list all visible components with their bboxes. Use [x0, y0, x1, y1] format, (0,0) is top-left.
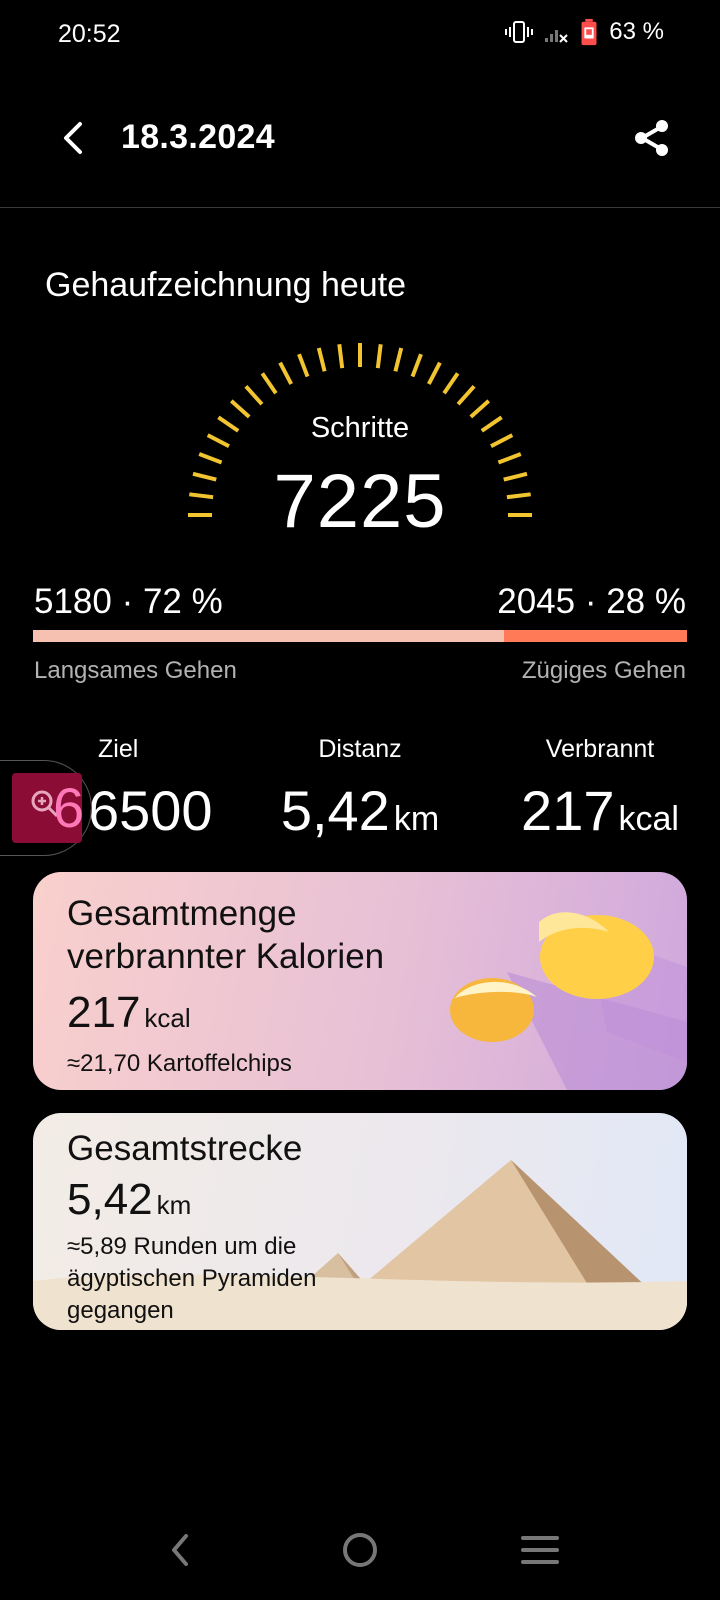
fast-walk-label: Zügiges Gehen: [521, 657, 686, 684]
signal-off-icon: [545, 30, 569, 43]
share-icon: [635, 120, 668, 156]
burned-value: 217: [521, 779, 615, 842]
slow-walk-label: Langsames Gehen: [34, 657, 237, 684]
section-title: Gehaufzeichnung heute: [45, 266, 407, 304]
distance-card[interactable]: Gesamtstrecke 5,42 km ≈5,89 Runden um die…: [33, 1113, 687, 1330]
distance-card-unit: km: [156, 1190, 192, 1220]
nav-back-icon: [172, 1534, 188, 1566]
nav-home-icon: [343, 1533, 377, 1567]
potato-chips-illustration: [450, 912, 687, 1090]
calories-card[interactable]: Gesamtmenge verbrannter Kalorien 217 kcal…: [33, 872, 687, 1090]
gauge-tick: [278, 361, 293, 385]
calories-card-value-row: 217 kcal: [67, 988, 191, 1038]
gauge-tick: [442, 372, 460, 395]
gauge-tick: [316, 347, 327, 372]
chevron-left-icon: [64, 122, 82, 154]
vibrate-icon: [505, 21, 534, 43]
app-header: 18.3.2024: [0, 100, 720, 180]
stat-burned: Verbrannt 217 kcal: [500, 735, 700, 843]
distance-card-subtitle: ≈5,89 Runden um die ägyptischen Pyramide…: [67, 1231, 316, 1327]
battery-icon: [581, 18, 597, 46]
distance-subtitle-line1: ≈5,89 Runden um die: [67, 1233, 297, 1260]
page-title: 18.3.2024: [121, 118, 275, 156]
gauge-tick: [244, 384, 264, 406]
fast-walk-value: 2045 · 28 %: [497, 582, 686, 621]
gauge-tick: [260, 372, 278, 395]
gauge-tick: [427, 361, 442, 385]
gauge-tick: [393, 347, 404, 372]
calories-card-value: 217: [67, 988, 141, 1037]
distance-value: 5,42: [280, 779, 390, 842]
gauge-tick: [337, 344, 345, 369]
slow-walk-value: 5180 · 72 %: [34, 582, 223, 621]
calories-card-title: Gesamtmenge verbrannter Kalorien: [67, 892, 384, 978]
gauge-tick: [297, 353, 310, 378]
nav-recents-icon: [521, 1536, 559, 1564]
system-nav-bar: [0, 1490, 720, 1600]
zoom-overlay-digit: 6: [53, 776, 85, 839]
gauge-tick: [410, 353, 423, 378]
calories-card-unit: kcal: [144, 1003, 191, 1033]
distance-subtitle-line2: ägyptischen Pyramiden: [67, 1265, 317, 1292]
share-button[interactable]: [630, 116, 674, 160]
calories-card-subtitle: ≈21,70 Kartoffelchips: [67, 1050, 292, 1077]
distance-card-value: 5,42: [67, 1175, 153, 1224]
nav-recents-button[interactable]: [510, 1520, 570, 1580]
steps-label: Schritte: [310, 412, 410, 444]
walk-split-bar: [33, 630, 687, 642]
stat-distance: Distanz 5,42 km: [270, 735, 450, 843]
distance-card-value-row: 5,42 km: [67, 1175, 191, 1225]
status-bar: 20:52 63 %: [0, 0, 720, 70]
gauge-tick: [375, 344, 383, 369]
status-time: 20:52: [58, 20, 121, 48]
battery-percent: 63 %: [609, 18, 664, 45]
calories-title-line1: Gesamtmenge: [67, 894, 297, 933]
goal-label: Ziel: [98, 735, 139, 763]
calories-title-line2: verbrannter Kalorien: [67, 937, 385, 976]
burned-unit: kcal: [618, 800, 679, 838]
distance-label: Distanz: [318, 735, 402, 763]
header-divider: [0, 207, 720, 208]
distance-subtitle-line3: gegangen: [67, 1297, 174, 1324]
slow-walk-segment: [33, 630, 504, 642]
steps-value: 7225: [273, 459, 447, 544]
nav-home-button[interactable]: [330, 1520, 390, 1580]
burned-value-row: 217 kcal: [500, 778, 700, 843]
gauge-tick: [456, 384, 476, 406]
back-button[interactable]: [52, 116, 96, 160]
nav-back-button[interactable]: [150, 1520, 210, 1580]
fast-walk-segment: [503, 630, 687, 642]
burned-label: Verbrannt: [545, 735, 655, 763]
distance-card-title: Gesamtstrecke: [67, 1129, 303, 1168]
distance-unit: km: [393, 800, 440, 838]
status-icons: 63 %: [505, 18, 664, 46]
distance-value-row: 5,42 km: [270, 778, 450, 843]
